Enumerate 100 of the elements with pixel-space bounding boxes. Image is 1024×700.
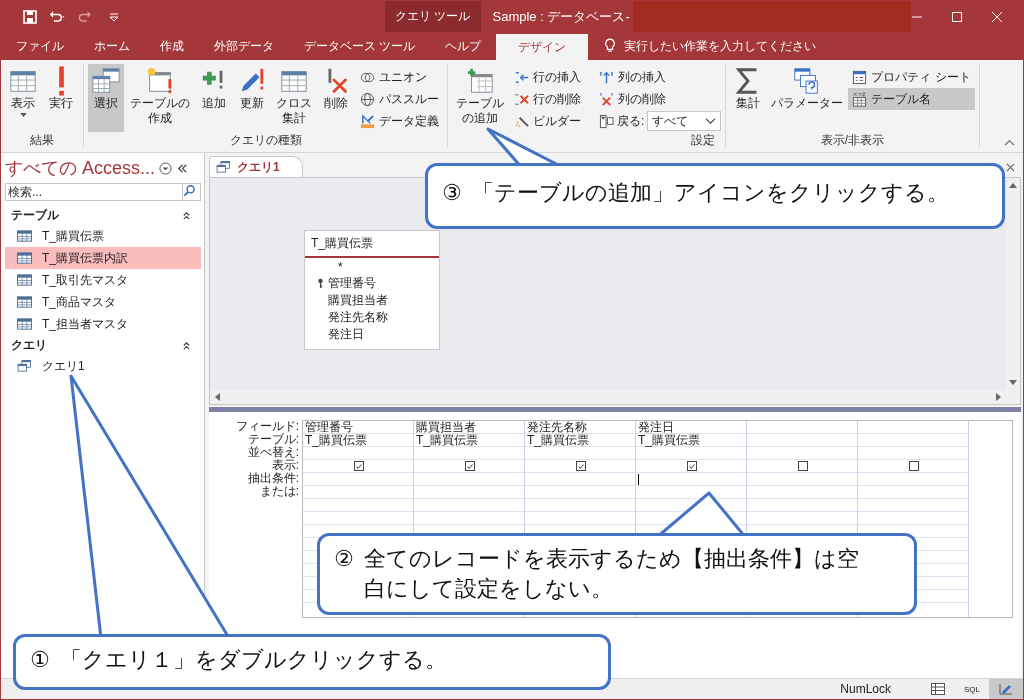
save-icon[interactable] bbox=[21, 8, 39, 25]
nav-section-header[interactable]: クエリ bbox=[11, 336, 47, 354]
maximize-icon[interactable] bbox=[951, 10, 963, 23]
ribbon-small-button[interactable]: ユニオン bbox=[356, 66, 443, 88]
ribbon-button[interactable]: 追加 bbox=[196, 64, 232, 132]
ruler-pencil-icon bbox=[360, 113, 375, 129]
collapse-ribbon-icon[interactable] bbox=[1004, 139, 1015, 146]
ribbon-small-button[interactable]: 行の挿入 bbox=[510, 66, 585, 88]
search-field[interactable]: 検索... bbox=[5, 183, 183, 201]
dropdown-circle-icon[interactable] bbox=[159, 161, 173, 175]
scroll-right-icon[interactable] bbox=[996, 393, 1002, 401]
ribbon-tab[interactable]: ファイル bbox=[1, 32, 79, 60]
grid-cell[interactable]: 購買担当者 bbox=[416, 421, 476, 433]
ribbon-button[interactable]: 削除 bbox=[318, 64, 354, 132]
document-tab[interactable]: クエリ1 bbox=[209, 156, 303, 177]
scroll-down-icon[interactable] bbox=[1009, 380, 1017, 386]
return-label: 戻る: bbox=[617, 112, 645, 130]
tell-me-field[interactable]: 実行したい作業を入力してください bbox=[624, 32, 817, 60]
ribbon-small-button[interactable]: プロパティ シート bbox=[848, 66, 975, 88]
grid-cell[interactable]: 管理番号 bbox=[305, 421, 353, 433]
scroll-up-icon[interactable] bbox=[1009, 182, 1017, 188]
ribbon-tab[interactable]: データベース ツール bbox=[289, 32, 431, 60]
datasheet-icon bbox=[931, 683, 945, 695]
chevron-down-icon bbox=[705, 117, 717, 125]
table-field[interactable]: 購買担当者 bbox=[328, 292, 388, 309]
return-icon bbox=[599, 113, 614, 129]
numlock-indicator: NumLock bbox=[840, 682, 891, 696]
row-label: 並べ替え: bbox=[246, 446, 299, 459]
nav-item[interactable]: T_担当者マスタ bbox=[5, 313, 201, 335]
delete-row-icon bbox=[514, 91, 529, 107]
ribbon-tab[interactable]: デザイン bbox=[496, 34, 589, 60]
delete-column-icon bbox=[599, 91, 614, 107]
table-field[interactable]: 管理番号 bbox=[328, 275, 376, 292]
row-label: 抽出条件: bbox=[246, 472, 299, 485]
grid-cell[interactable]: 発注日 bbox=[638, 421, 674, 433]
expand-chevron-icon[interactable] bbox=[182, 210, 191, 220]
table-field[interactable]: * bbox=[328, 259, 343, 274]
dropdown-caret-icon bbox=[19, 113, 27, 117]
show-checkbox[interactable] bbox=[465, 461, 475, 471]
ribbon-button[interactable]: パラメーター bbox=[768, 64, 847, 132]
ribbon-tab[interactable]: ホーム bbox=[79, 32, 145, 60]
ribbon-tab[interactable]: ヘルプ bbox=[430, 32, 497, 60]
table-field-list[interactable]: T_購買伝票 * 管理番号 購買担当者 発注先名称 発注日 bbox=[304, 230, 440, 350]
table-field[interactable]: 発注日 bbox=[328, 326, 364, 343]
ribbon-small-button[interactable]: テーブル名 bbox=[848, 88, 975, 110]
nav-section-header[interactable]: テーブル bbox=[11, 206, 59, 224]
table-field[interactable]: 発注先名称 bbox=[328, 309, 388, 326]
return-dropdown[interactable]: すべて bbox=[647, 111, 722, 131]
nav-item[interactable]: クエリ1 bbox=[5, 355, 201, 377]
search-icon[interactable] bbox=[183, 183, 201, 201]
table-icon bbox=[17, 274, 32, 286]
grid-cell[interactable]: T_購買伝票 bbox=[638, 434, 700, 446]
ribbon-button[interactable]: テーブルの追加 bbox=[452, 64, 508, 132]
nav-item[interactable]: T_取引先マスタ bbox=[5, 269, 201, 291]
ribbon-button[interactable]: 表示 bbox=[5, 64, 41, 132]
ribbon-group-label: 表示/非表示 bbox=[819, 132, 886, 148]
expand-chevron-icon[interactable] bbox=[182, 340, 191, 350]
horizontal-scrollbar[interactable] bbox=[210, 390, 1006, 404]
ribbon-button[interactable]: 選択 bbox=[88, 64, 124, 132]
criteria-cell[interactable] bbox=[636, 473, 746, 486]
ribbon-button[interactable]: 実行 bbox=[43, 64, 79, 132]
grid-cell[interactable]: 発注先名称 bbox=[527, 421, 587, 433]
grid-cell[interactable]: T_購買伝票 bbox=[416, 434, 478, 446]
window-title: Sample : データベース- bbox=[491, 7, 630, 26]
ribbon-tab[interactable]: 作成 bbox=[145, 32, 199, 60]
grid-cell[interactable]: T_購買伝票 bbox=[305, 434, 367, 446]
ribbon-small-button[interactable]: パススルー bbox=[356, 88, 443, 110]
ribbon-small-button[interactable]: 列の削除 bbox=[595, 88, 722, 110]
ribbon-button[interactable]: 集計 bbox=[730, 64, 767, 132]
vertical-scrollbar[interactable] bbox=[1006, 178, 1020, 404]
nav-item[interactable]: T_購買伝票内訳 bbox=[5, 247, 201, 269]
table-icon bbox=[17, 318, 32, 330]
ribbon-small-button[interactable]: ビルダー bbox=[510, 110, 585, 132]
scroll-left-icon[interactable] bbox=[214, 393, 220, 401]
table-name-icon bbox=[852, 91, 868, 107]
close-icon[interactable] bbox=[1006, 162, 1015, 172]
show-checkbox[interactable] bbox=[798, 461, 808, 471]
navigation-pane-title[interactable]: すべての Access... bbox=[5, 156, 156, 180]
nav-item[interactable]: T_購買伝票 bbox=[5, 225, 201, 247]
show-checkbox[interactable] bbox=[687, 461, 697, 471]
nav-item[interactable]: T_商品マスタ bbox=[5, 291, 201, 313]
ribbon-button[interactable]: クロス集計 bbox=[272, 64, 316, 132]
show-checkbox[interactable] bbox=[576, 461, 586, 471]
globe-icon bbox=[360, 91, 375, 107]
show-checkbox[interactable] bbox=[354, 461, 364, 471]
ribbon-tab[interactable]: 外部データ bbox=[199, 32, 289, 60]
ribbon-small-button[interactable]: 列の挿入 bbox=[595, 66, 722, 88]
ribbon-small-button[interactable]: 行の削除 bbox=[510, 88, 585, 110]
ribbon-button[interactable]: 更新 bbox=[234, 64, 270, 132]
grid-cell[interactable]: T_購買伝票 bbox=[527, 434, 589, 446]
ribbon-button[interactable]: テーブルの作成 bbox=[126, 64, 194, 132]
ribbon-group-label: 結果 bbox=[29, 132, 55, 148]
table-plus-icon bbox=[465, 66, 495, 96]
row-label: 表示: bbox=[270, 459, 299, 472]
query-icon bbox=[17, 360, 32, 372]
ribbon-small-button[interactable]: データ定義 bbox=[356, 110, 443, 132]
table-box-title: T_購買伝票 bbox=[305, 231, 439, 258]
design-view-button[interactable] bbox=[989, 679, 1023, 699]
sql-view-button[interactable]: SQL bbox=[955, 679, 989, 699]
show-checkbox[interactable] bbox=[909, 461, 919, 471]
